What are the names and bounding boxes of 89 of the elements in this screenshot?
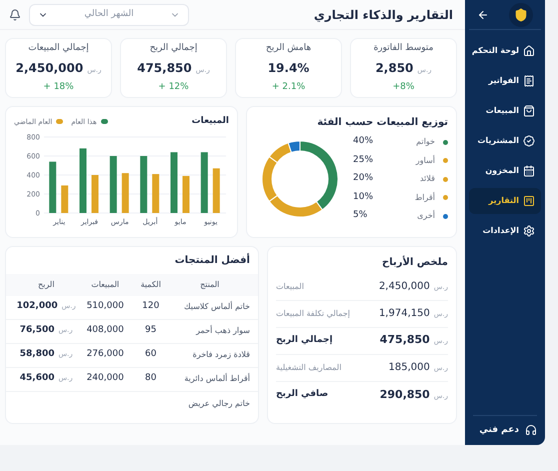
kpi-change: + 2.1% [272, 81, 306, 94]
amount: 290,850 [380, 386, 430, 403]
table-cell-text: 80 [144, 372, 158, 386]
bar [92, 174, 98, 212]
table-cell-text: 240,000 [86, 372, 125, 386]
legend-value: 5% [353, 209, 368, 222]
kpi-label: إجمالي المبيعات [28, 42, 89, 54]
table-cell-text: 510,000 [86, 300, 125, 314]
summary-label: المبيعات [276, 280, 304, 292]
table-cell-text: 120 [141, 300, 160, 314]
legend-label: أخرى [417, 210, 435, 222]
card-title: توزيع المبيعات حسب الفئة [316, 116, 448, 130]
kpi-label: متوسط الفاتورة [374, 42, 434, 54]
home-icon [523, 45, 535, 57]
kpi-change: +8% [392, 81, 414, 94]
legend-value: 25% [353, 154, 374, 167]
amount: 76,500 [20, 324, 54, 338]
legend-label: قلائد [420, 173, 435, 185]
table-cell-text: أقراط ألماس دائرية [183, 373, 250, 385]
support-link[interactable]: دعم فني [479, 424, 519, 437]
sidebar-item[interactable]: المبيعات [469, 98, 541, 124]
bar [212, 168, 220, 212]
bar [200, 152, 208, 212]
table-cell-text: 60 [144, 348, 158, 362]
badge-icon [523, 135, 535, 147]
table-cell-text: خاتم رجالي عريض [187, 398, 250, 410]
calendar-icon [523, 165, 535, 177]
sidebar-item[interactable]: الإعدادات [469, 218, 541, 244]
amount: 2,450,000 [378, 280, 430, 294]
kpi-label: إجمالي الربح [150, 42, 198, 54]
amount: 475,850 [380, 332, 430, 348]
card-title: ملخص الأرباح [381, 254, 448, 270]
page-title: التقارير والذكاء التجاري [314, 6, 453, 24]
amount: 475,850 [137, 60, 192, 77]
kpi-label: هامش الربح [266, 42, 312, 54]
summary-label: المصاريف التشغيلية [276, 362, 342, 374]
legend-value: 40% [353, 135, 374, 148]
table-cell-text: 276,000 [86, 348, 125, 362]
sidebar-item[interactable]: لوحة التحكم [469, 38, 541, 64]
bar [122, 172, 129, 212]
column-header: المبيعات [90, 278, 120, 290]
bar [170, 152, 178, 212]
document-icon [523, 75, 535, 87]
legend-label: أقراط [414, 192, 435, 204]
sidebar-item[interactable]: التقارير [469, 188, 541, 214]
legend-value: 20% [353, 172, 374, 186]
table-cell-text: سوار ذهب أحمر [194, 325, 250, 337]
notification-icon[interactable] [9, 8, 21, 20]
table-cell-text: 95 [144, 324, 158, 338]
amount: 45,600 [20, 372, 54, 386]
amount: 2,850 [375, 60, 414, 77]
amount: 58,800 [20, 348, 54, 362]
bar [140, 156, 148, 212]
amount: 1,974,150 [378, 307, 430, 321]
amount: 19.4% [268, 60, 310, 77]
column-header: المنتج [199, 278, 220, 290]
summary-label: صافي الربح [276, 388, 328, 402]
headset-icon [525, 424, 537, 436]
amount: 185,000 [388, 361, 430, 375]
logo-icon [509, 2, 533, 26]
bar [61, 184, 68, 212]
kpi-change: + 18% [43, 81, 74, 94]
table-cell-text: قلادة زمرد فاخرة [192, 349, 250, 361]
summary-label: إجمالي تكلفة المبيعات [276, 308, 350, 320]
bag-icon [523, 105, 535, 117]
settings-icon [523, 225, 535, 237]
legend-label: أساور [416, 154, 435, 166]
card-title: المبيعات [192, 115, 229, 128]
bar [49, 161, 56, 212]
summary-label: إجمالي الربح [276, 334, 333, 347]
bar [182, 175, 190, 212]
chart-icon [523, 195, 535, 207]
bar [152, 174, 160, 212]
amount: 2,450,000 [16, 60, 84, 77]
kpi-change: + 12% [158, 81, 189, 94]
sidebar-item[interactable]: الفواتير [469, 68, 541, 94]
table-cell-text: خاتم ألماس كلاسيك [183, 301, 250, 313]
table-cell-text: 408,000 [86, 324, 125, 338]
column-header: الربح [36, 278, 56, 290]
sidebar-item[interactable]: المشتريات [469, 128, 541, 154]
amount: 102,000 [16, 300, 58, 314]
sidebar-item[interactable]: المخزون [469, 158, 541, 184]
column-header: الكمية [140, 278, 162, 290]
legend-value: 10% [353, 190, 374, 204]
legend-label: خواتم [416, 136, 435, 148]
back-icon[interactable] [477, 8, 489, 20]
card-title: أفضل المنتجات [174, 252, 251, 268]
bar [80, 148, 86, 212]
bar [110, 156, 117, 212]
